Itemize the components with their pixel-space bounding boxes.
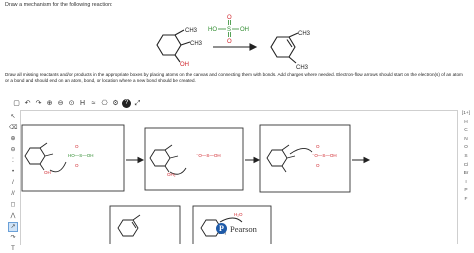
svg-text:OH: OH [44, 170, 51, 175]
element-cl[interactable]: Cl [458, 162, 474, 171]
cyclohexane-ring [156, 34, 182, 56]
element-f[interactable]: F [458, 196, 474, 205]
prod-ch3-a: CH3 [298, 31, 311, 37]
help-icon[interactable]: ? [122, 98, 131, 108]
label-icon[interactable]: H [78, 99, 87, 108]
pearson-logo-icon: P [216, 223, 227, 234]
reagent-h2so4: HO S OH O O [208, 15, 249, 45]
element-p[interactable]: P [458, 187, 474, 196]
text-icon[interactable]: T [9, 245, 17, 253]
element-c[interactable]: C [458, 127, 474, 136]
settings-icon[interactable]: ⚙ [111, 99, 120, 108]
element-o[interactable]: O [458, 144, 474, 153]
prod-ch3-b: CH3 [296, 65, 309, 71]
svg-text:HO—S—OH: HO—S—OH [68, 153, 94, 158]
svg-text:⁻O—S—OH: ⁻O—S—OH [196, 153, 221, 158]
ring-icon[interactable]: ◻ [9, 201, 17, 209]
reagent-o-bottom: O [227, 39, 232, 45]
mechanism-box-2 [144, 127, 244, 191]
arrow-icon[interactable]: ↗ [8, 222, 18, 232]
select-icon[interactable]: ↖ [9, 113, 17, 121]
palette-header[interactable]: [1+] [458, 110, 474, 119]
element-n[interactable]: N [458, 136, 474, 145]
reagent-ho: HO [208, 27, 217, 33]
element-i[interactable]: I [458, 179, 474, 188]
undo-icon[interactable]: ↶ [23, 99, 32, 108]
pearson-wordmark: Pearson [230, 223, 257, 234]
svg-text:O: O [75, 163, 79, 168]
bond-icon[interactable]: / [9, 179, 17, 187]
template-icon[interactable]: ⎔ [100, 99, 109, 108]
svg-text:H₂O: H₂O [234, 212, 243, 217]
svg-text:O: O [316, 163, 320, 168]
mechanism-box-1 [21, 124, 125, 192]
left-tool-column: ↖ ⌫ ⊕ ⊖ ⁚ • / // ◻ ⋀ ↗ ↷ T [8, 113, 18, 253]
minus-charge-icon[interactable]: ⊖ [9, 146, 17, 154]
plus-charge-icon[interactable]: ⊕ [9, 135, 17, 143]
instructions: Draw all missing reactants and/or produc… [5, 72, 463, 83]
element-palette: [1+] H C N O S Cl Br I P F [457, 110, 474, 244]
reaction-arrow [213, 43, 258, 51]
element-br[interactable]: Br [458, 170, 474, 179]
sm-oh: OH [180, 62, 189, 68]
zoom-fit-icon[interactable]: ⊙ [67, 99, 76, 108]
zoom-in-icon[interactable]: ⊕ [45, 99, 54, 108]
svg-text:O: O [316, 144, 320, 149]
mechanism-box-3 [259, 124, 351, 193]
double-bond-icon[interactable]: // [9, 190, 17, 198]
curved-arrow-icon[interactable]: ↷ [9, 234, 17, 242]
redo-icon[interactable]: ↷ [34, 99, 43, 108]
reagent-o-top: O [227, 15, 232, 21]
sm-ch3-a: CH3 [185, 28, 198, 34]
lone-pair-icon[interactable]: ⁚ [9, 157, 17, 165]
pearson-brand: P Pearson [216, 223, 257, 234]
radical-icon[interactable]: • [9, 168, 17, 176]
svg-text:⁻O—S—OH: ⁻O—S—OH [312, 153, 337, 158]
new-document-icon[interactable]: ▢ [12, 99, 21, 108]
editor-toolbar: ▢ ↶ ↷ ⊕ ⊖ ⊙ H ≈ ⎔ ⚙ ? ⤢ [12, 97, 142, 109]
svg-text:OH₂: OH₂ [167, 172, 176, 177]
element-s[interactable]: S [458, 153, 474, 162]
reaction-scheme: CH3 CH3 OH HO S OH O O CH3 CH3 [156, 15, 311, 71]
chain-icon[interactable]: ⋀ [9, 212, 17, 220]
element-h[interactable]: H [458, 119, 474, 128]
svg-text:O: O [75, 144, 79, 149]
product [270, 32, 299, 64]
mechanism-box-4 [109, 205, 181, 244]
clean-icon[interactable]: ≈ [89, 99, 98, 108]
expand-icon[interactable]: ⤢ [133, 99, 142, 108]
sm-ch3-b: CH3 [190, 41, 203, 47]
starting-material [156, 29, 191, 63]
reagent-oh: OH [240, 27, 249, 33]
zoom-out-icon[interactable]: ⊖ [56, 99, 65, 108]
eraser-icon[interactable]: ⌫ [9, 124, 17, 132]
